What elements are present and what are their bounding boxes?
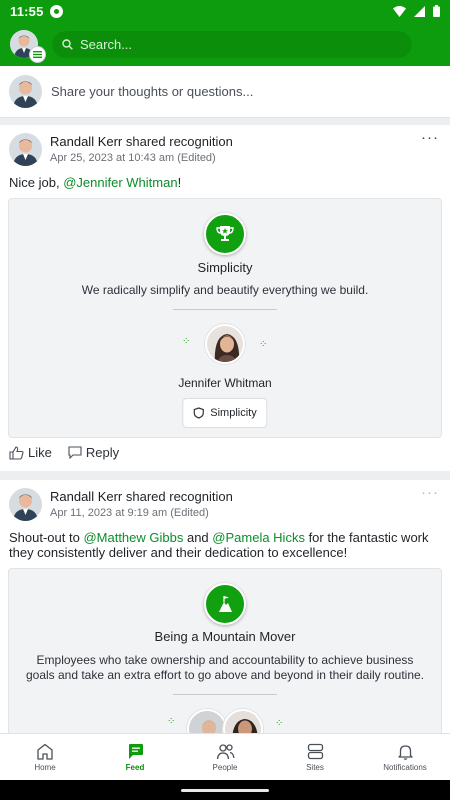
post-header: Randall Kerr shared recognition Apr 11, … [9,488,233,521]
shield-icon [193,407,204,419]
post-text: and [183,530,213,545]
nav-label: Sites [306,762,324,772]
comment-icon [68,446,82,459]
composer-placeholder: Share your thoughts or questions... [51,84,254,99]
more-options-icon[interactable]: ··· [421,130,439,145]
home-gesture-handle[interactable] [181,789,269,792]
avatar [9,75,42,108]
nav-label: People [212,762,238,772]
recipient-avatar[interactable] [187,709,227,734]
recognition-tag[interactable]: Simplicity [182,398,268,428]
sparkle-icon: ⁘ [275,718,284,729]
people-icon [216,743,234,759]
post-meta: Randall Kerr shared recognition Apr 11, … [50,489,233,521]
feed-post: Randall Kerr shared recognition Apr 11, … [0,480,450,734]
reply-button[interactable]: Reply [68,445,119,460]
sparkle-icon: ⁘ [167,716,176,727]
nav-sites[interactable]: Sites [270,734,360,780]
nav-people[interactable]: People [180,734,270,780]
system-gesture-bar [0,780,450,800]
search-icon [62,38,73,50]
post-action-text: shared recognition [125,134,233,149]
post-meta: Randall Kerr shared recognition Apr 25, … [50,134,233,166]
nav-home[interactable]: Home [0,734,90,780]
divider [173,694,277,695]
signal-icon [414,5,425,17]
menu-icon [29,46,46,63]
recognition-description: We radically simplify and beautify every… [81,283,369,297]
trophy-icon [204,213,246,255]
like-label: Like [28,445,52,460]
mountain-flag-icon [204,583,246,625]
recipient-name[interactable]: Jennifer Whitman [9,376,441,390]
recognition-card: Simplicity We radically simplify and bea… [8,198,442,438]
author-avatar[interactable] [9,488,42,521]
more-options-icon[interactable]: ··· [421,485,439,500]
divider [173,309,277,310]
post-date: Apr 11, 2023 at 9:19 am (Edited) [50,507,209,519]
status-time: 11:55 [10,3,44,19]
post-action-text: shared recognition [125,489,233,504]
sites-icon [307,743,323,759]
battery-icon [433,5,440,17]
nav-label: Home [34,762,56,772]
author-avatar[interactable] [9,133,42,166]
post-actions: Like Reply [9,445,119,460]
nav-label: Notifications [383,762,427,772]
nav-feed[interactable]: Feed [90,734,180,780]
search-input[interactable]: Search... [52,30,412,58]
recognition-card: Being a Mountain Mover Employees who tak… [8,568,442,734]
recognition-title: Being a Mountain Mover [154,629,296,644]
post-text: Shout-out to [9,530,84,545]
author-name[interactable]: Randall Kerr [50,134,122,149]
app-header: Search... [0,22,450,66]
post-text: ! [177,175,182,190]
post-date: Apr 25, 2023 at 10:43 am (Edited) [50,152,216,164]
post-author-line: Randall Kerr shared recognition [50,489,233,504]
recognition-description: Employees who take ownership and account… [25,653,425,682]
search-placeholder: Search... [80,36,133,52]
feed-post: Randall Kerr shared recognition Apr 25, … [0,125,450,471]
reply-label: Reply [85,445,120,460]
recognition-title: Simplicity [197,260,253,275]
post-header: Randall Kerr shared recognition Apr 25, … [9,133,233,166]
sparkle-icon: ⁘ [182,336,191,347]
post-body: Shout-out to @Matthew Gibbs and @Pamela … [9,530,439,560]
mention-link[interactable]: @Pamela Hicks [212,530,305,545]
feed-icon [128,743,143,759]
tag-label: Simplicity [210,407,257,419]
like-button[interactable]: Like [9,445,52,460]
app-screen: 11:55 Search... Share your thoughts or q… [0,0,450,800]
wifi-icon [393,5,406,17]
nav-notifications[interactable]: Notifications [360,734,450,780]
recipient-avatar[interactable] [205,324,245,364]
bottom-navigation: Home Feed People Sites Notifications [0,733,450,780]
status-bar: 11:55 [0,0,450,22]
sparkle-icon: ⁘ [259,339,268,350]
recipient-avatar[interactable] [223,709,263,734]
mention-link[interactable]: @Matthew Gibbs [83,530,183,545]
mention-link[interactable]: @Jennifer Whitman [63,175,177,190]
home-icon [37,743,53,760]
bell-icon [397,744,413,760]
thumbs-up-icon [9,445,24,460]
post-author-line: Randall Kerr shared recognition [50,134,233,149]
post-body: Nice job, @Jennifer Whitman! [9,175,439,190]
settings-status-icon [49,4,63,18]
status-icons [393,5,440,17]
post-text: Nice job, [9,175,64,190]
post-composer[interactable]: Share your thoughts or questions... [0,66,450,118]
nav-label: Feed [125,762,145,772]
author-name[interactable]: Randall Kerr [50,489,122,504]
profile-menu-button[interactable] [10,30,46,63]
